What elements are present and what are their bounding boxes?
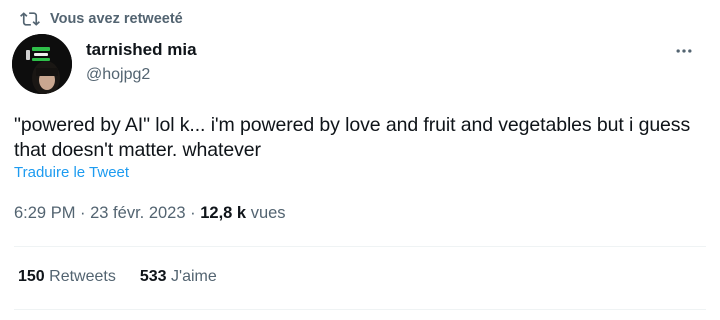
meta-separator: ·: [75, 204, 91, 222]
retweet-banner[interactable]: Vous avez retweeté: [20, 9, 183, 29]
retweets-stat[interactable]: 150 Retweets: [18, 268, 116, 286]
more-horizontal-icon: [676, 49, 692, 53]
retweets-count: 150: [18, 268, 45, 285]
tweet-text: "powered by AI" lol k... i'm powered by …: [14, 114, 691, 161]
retweet-banner-label: Vous avez retweeté: [50, 11, 183, 27]
retweets-label: Retweets: [49, 268, 116, 285]
meta-separator: ·: [185, 204, 201, 222]
user-handle[interactable]: @hojpg2: [86, 65, 197, 85]
retweet-icon: [20, 9, 40, 29]
engagement-stats: 150 Retweets 533 J'aime: [18, 268, 217, 286]
tweet-time[interactable]: 6:29 PM: [14, 204, 75, 223]
display-name[interactable]: tarnished mia: [86, 40, 197, 60]
tweet-date[interactable]: 23 févr. 2023: [90, 204, 185, 223]
more-options-button[interactable]: [674, 41, 694, 61]
likes-count: 533: [139, 268, 167, 285]
views-label: vues: [250, 204, 286, 222]
views-count: 12,8 k: [200, 204, 247, 222]
likes-label: J'aime: [171, 268, 217, 285]
tweet-card: Vous avez retweeté tarnished mia @hojpg2…: [0, 0, 720, 320]
avatar[interactable]: [12, 34, 72, 94]
tweet-metadata: 6:29 PM · 23 févr. 2023 · 12,8 k vues: [14, 204, 286, 223]
translate-tweet-link[interactable]: Traduire le Tweet: [14, 164, 129, 181]
divider: [14, 309, 706, 310]
divider: [14, 246, 706, 247]
author-block: tarnished mia @hojpg2: [86, 40, 197, 85]
likes-stat[interactable]: 533 J'aime: [140, 268, 217, 286]
